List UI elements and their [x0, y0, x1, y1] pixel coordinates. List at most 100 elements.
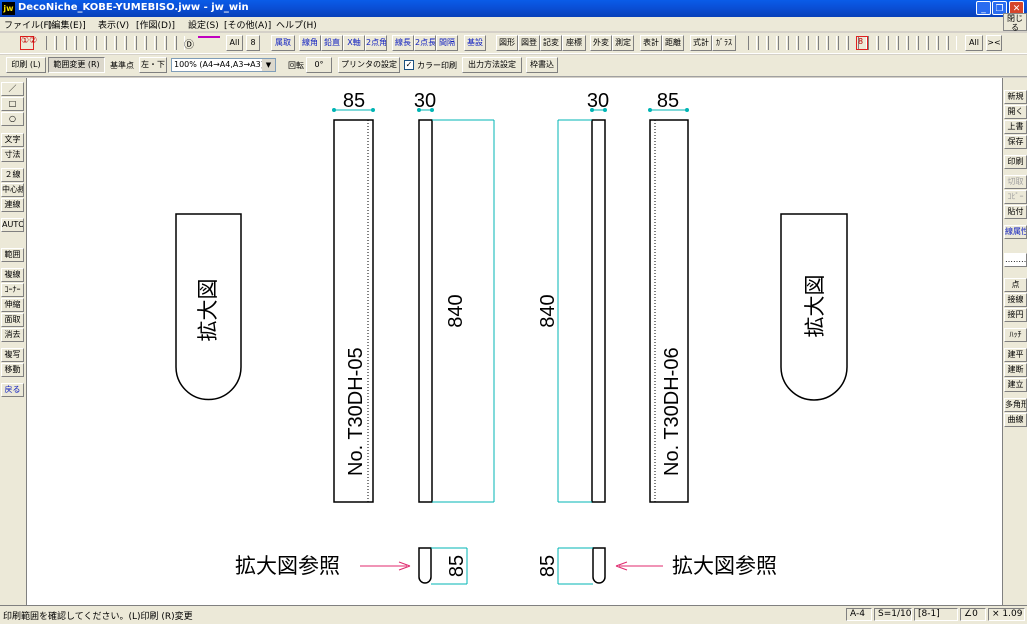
tool-undo[interactable]: 戻る [1, 383, 24, 397]
title-bar[interactable]: jw DecoNiche_KOBE-YUMEBISO.jww - jw_win … [0, 0, 1027, 17]
basepoint-button[interactable]: 左・下 [139, 57, 167, 73]
layer-slot[interactable] [136, 36, 145, 50]
paste-button[interactable]: 貼付 [1004, 205, 1027, 219]
line-type-button[interactable]: ……… [1004, 253, 1027, 267]
tool-tangent-circle[interactable]: 接円 [1004, 308, 1027, 322]
tool-shape[interactable]: 図形 [496, 35, 518, 51]
tool-copy[interactable]: 複写 [1, 348, 24, 362]
layer-slot[interactable] [66, 36, 75, 50]
tool-formula[interactable]: 式計 [690, 35, 712, 51]
file-overwrite-button[interactable]: 上書 [1004, 120, 1027, 134]
tool-point[interactable]: 点 [1004, 278, 1027, 292]
tool-curve[interactable]: 曲線 [1004, 413, 1027, 427]
all-layers-button[interactable]: All [226, 35, 243, 51]
tool-external[interactable]: 外変 [590, 35, 612, 51]
layer-slot[interactable] [838, 36, 847, 50]
layer-slot[interactable] [798, 36, 807, 50]
small-part-right[interactable] [592, 547, 606, 584]
layer-d-label[interactable]: Ⓓ [184, 36, 194, 51]
tool-distance[interactable]: 距離 [662, 35, 684, 51]
layer-slot[interactable] [768, 36, 777, 50]
layer-slot[interactable] [878, 36, 887, 50]
tool-shape-register[interactable]: 図登 [518, 35, 540, 51]
scale-select[interactable]: 100% (A4→A4,A3→A3) ▼ [171, 58, 276, 72]
tool-2pt-length[interactable]: 2点長 [414, 35, 436, 51]
layer-slot[interactable] [788, 36, 797, 50]
tool-symbol-change[interactable]: 記変 [540, 35, 562, 51]
layer-slot[interactable] [868, 36, 877, 50]
layer-slot[interactable] [948, 36, 957, 50]
tool-hatch[interactable]: ﾊｯﾁ [1004, 328, 1027, 342]
small-part-left[interactable] [418, 547, 432, 584]
tool-building-elevation[interactable]: 建立 [1004, 378, 1027, 392]
tool-building-plan[interactable]: 建平 [1004, 348, 1027, 362]
copy-button[interactable]: ｺﾋﾟｰ [1004, 190, 1027, 204]
tool-2pt-angle[interactable]: 2点角 [365, 35, 387, 51]
tool-double-line[interactable]: ２線 [1, 168, 24, 182]
layer-slot[interactable] [166, 36, 175, 50]
status-zoom[interactable]: × 1.09 [988, 608, 1025, 621]
file-new-button[interactable]: 新規 [1004, 90, 1027, 104]
layer-slot[interactable] [156, 36, 165, 50]
tool-x-axis[interactable]: X軸 [343, 35, 365, 51]
layer-slot[interactable] [146, 36, 155, 50]
layer-slot[interactable] [748, 36, 757, 50]
layer-slot[interactable] [56, 36, 65, 50]
layer-slot[interactable] [76, 36, 85, 50]
menu-settings[interactable]: 設定(S) [188, 18, 219, 31]
layer-swap-button[interactable]: >< [986, 35, 1002, 51]
tool-coordinate[interactable]: 座標 [562, 35, 586, 51]
layer-slot[interactable] [808, 36, 817, 50]
tool-offset[interactable]: 複線 [1, 268, 24, 282]
file-open-button[interactable]: 開く [1004, 105, 1027, 119]
tool-line[interactable]: ／ [1, 82, 24, 96]
tool-continuous-line[interactable]: 連線 [1, 198, 24, 212]
tool-circle[interactable]: ○ [1, 112, 24, 126]
menu-edit[interactable]: [編集(E)] [48, 18, 86, 31]
menu-view[interactable]: 表示(V) [98, 18, 129, 31]
tool-auto[interactable]: AUTO [1, 218, 24, 232]
layer-slot[interactable] [126, 36, 135, 50]
layer-slot[interactable] [918, 36, 927, 50]
drawing-svg[interactable]: 85 30 30 85 840 840 No. T30DH-05 No. T30… [27, 78, 1002, 605]
bar-left-inner[interactable] [418, 119, 433, 503]
menu-draw[interactable]: [作図(D)] [136, 18, 175, 31]
tool-dimension[interactable]: 寸法 [1, 148, 24, 162]
layer-slot[interactable] [908, 36, 917, 50]
file-save-button[interactable]: 保存 [1004, 135, 1027, 149]
menu-file[interactable]: ファイル(F) [4, 18, 52, 31]
layer-slot[interactable] [116, 36, 125, 50]
tool-interval[interactable]: 間隔 [436, 35, 458, 51]
tool-chamfer[interactable]: 面取 [1, 313, 24, 327]
rotate-button[interactable]: 0° [306, 57, 332, 73]
tool-table-calc[interactable]: 表計 [640, 35, 662, 51]
tool-building-section[interactable]: 建断 [1004, 363, 1027, 377]
range-change-button[interactable]: 範囲変更 (R) [48, 57, 105, 73]
minimize-icon[interactable]: _ [976, 1, 991, 15]
layer-eight-button[interactable]: 8 [246, 35, 260, 51]
line-attribute-button[interactable]: 線属性 [1004, 225, 1027, 239]
tool-move[interactable]: 移動 [1, 363, 24, 377]
tool-range[interactable]: 範囲 [1, 248, 24, 262]
tool-corner[interactable]: ｺｰﾅｰ [1, 283, 24, 297]
chevron-down-icon[interactable]: ▼ [262, 59, 275, 71]
output-settings-button[interactable]: 出力方法設定 [462, 57, 522, 73]
tool-polygon[interactable]: 多角形 [1004, 398, 1027, 412]
layer-slot[interactable] [818, 36, 827, 50]
print-side-button[interactable]: 印刷 [1004, 155, 1027, 169]
tool-base-set[interactable]: 基設 [464, 35, 486, 51]
layer-slot[interactable] [938, 36, 947, 50]
layer-slot[interactable] [888, 36, 897, 50]
tool-line-length[interactable]: 線長 [392, 35, 414, 51]
drawing-canvas[interactable]: 85 30 30 85 840 840 No. T30DH-05 No. T30… [27, 78, 1002, 605]
layer-slot[interactable] [928, 36, 937, 50]
layer-slot[interactable] [758, 36, 767, 50]
tool-text[interactable]: 文字 [1, 133, 24, 147]
close-drawing-button[interactable]: 閉じる [1003, 13, 1027, 32]
tool-vertical[interactable]: 鉛直 [321, 35, 343, 51]
layer-slot[interactable] [778, 36, 787, 50]
tool-tangent[interactable]: 接線 [1004, 293, 1027, 307]
tool-rectangle[interactable]: □ [1, 97, 24, 111]
tool-stretch[interactable]: 伸縮 [1, 298, 24, 312]
layer-slot[interactable] [828, 36, 837, 50]
